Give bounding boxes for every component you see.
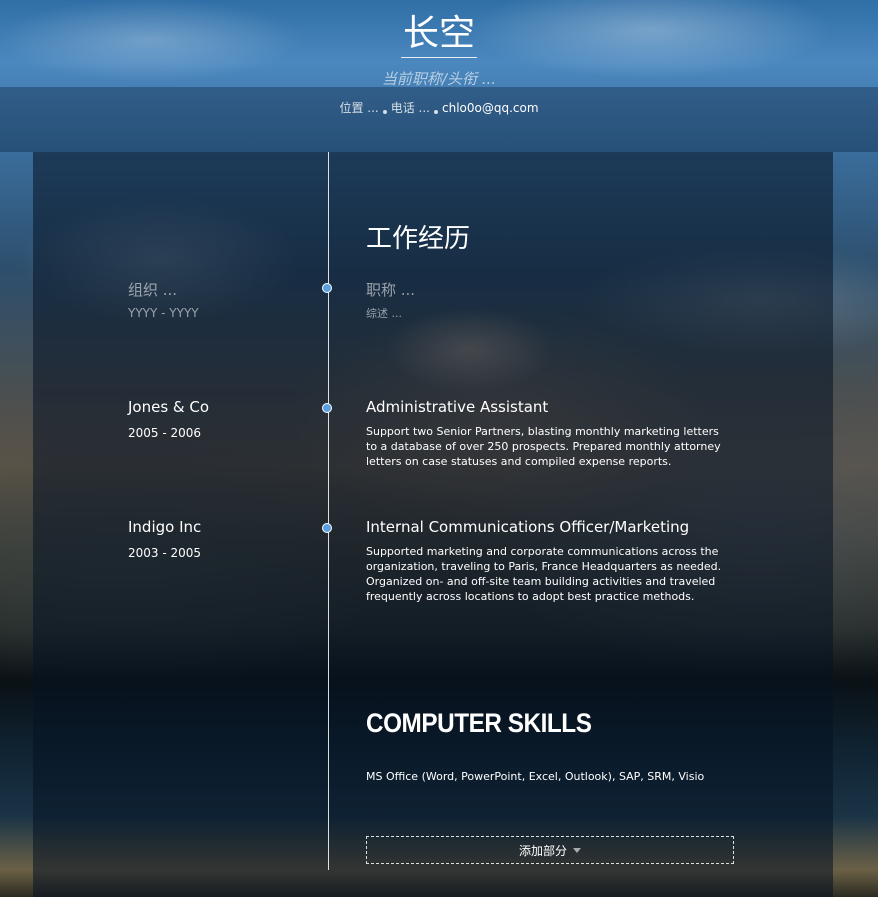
separator-dot bbox=[382, 110, 387, 114]
skills-text[interactable]: MS Office (Word, PowerPoint, Excel, Outl… bbox=[366, 770, 704, 783]
timeline-marker bbox=[322, 523, 332, 533]
timeline-marker bbox=[322, 283, 332, 293]
experience-description[interactable]: 综述 ... bbox=[366, 306, 731, 321]
phone-field[interactable]: 电话 ... bbox=[391, 101, 430, 115]
header-band bbox=[0, 87, 878, 152]
experience-org[interactable]: 组织 ... bbox=[128, 279, 177, 300]
experience-job-title[interactable]: 职称 ... bbox=[366, 279, 415, 300]
location-field[interactable]: 位置 ... bbox=[339, 101, 378, 115]
chevron-down-icon bbox=[573, 847, 581, 853]
experience-description[interactable]: Support two Senior Partners, blasting mo… bbox=[366, 424, 731, 469]
add-section-button[interactable]: 添加部分 bbox=[366, 836, 734, 864]
contact-line: 位置 ... 电话 ... chlo0o@qq.com bbox=[0, 99, 878, 116]
timeline-line bbox=[328, 152, 329, 870]
experience-years[interactable]: 2005 - 2006 bbox=[128, 426, 201, 440]
resume-name[interactable]: 长空 bbox=[0, 12, 878, 58]
timeline-marker bbox=[322, 403, 332, 413]
experience-org[interactable]: Indigo Inc bbox=[128, 518, 201, 536]
experience-years[interactable]: 2003 - 2005 bbox=[128, 546, 201, 560]
add-section-label: 添加部分 bbox=[518, 843, 567, 858]
experience-org[interactable]: Jones & Co bbox=[128, 398, 209, 416]
job-title-placeholder[interactable]: 当前职称/头衔 ... bbox=[0, 68, 878, 89]
skills-section-title[interactable]: COMPUTER SKILLS bbox=[366, 708, 592, 739]
separator-dot bbox=[433, 110, 438, 114]
experience-description[interactable]: Supported marketing and corporate commun… bbox=[366, 544, 731, 604]
experience-years[interactable]: YYYY - YYYY bbox=[128, 306, 199, 320]
email-field[interactable]: chlo0o@qq.com bbox=[442, 101, 539, 115]
experience-job-title[interactable]: Administrative Assistant bbox=[366, 398, 548, 416]
experience-job-title[interactable]: Internal Communications Officer/Marketin… bbox=[366, 518, 689, 536]
experience-section-title[interactable]: 工作经历 bbox=[366, 218, 470, 255]
